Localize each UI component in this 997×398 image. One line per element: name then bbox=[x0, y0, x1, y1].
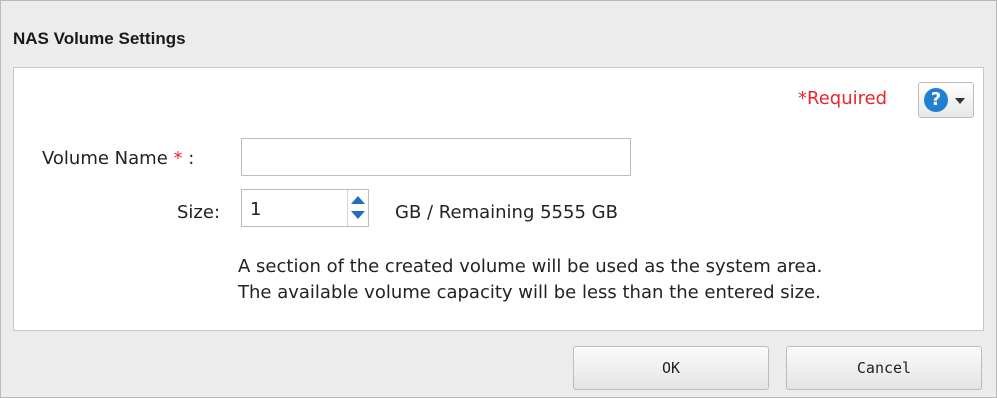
volume-name-label: Volume Name * : bbox=[42, 148, 194, 169]
capacity-note: The available volume capacity will be le… bbox=[238, 282, 821, 303]
size-spinner[interactable] bbox=[347, 190, 368, 226]
question-circle-icon: ? bbox=[924, 88, 948, 112]
cancel-button[interactable]: Cancel bbox=[786, 346, 982, 390]
nas-volume-settings-dialog: NAS Volume Settings *Required ? Volume N… bbox=[0, 0, 997, 398]
volume-name-input[interactable] bbox=[241, 138, 631, 176]
dialog-content: *Required ? Volume Name * : Size: 1 GB /… bbox=[13, 67, 984, 331]
system-area-note: A section of the created volume will be … bbox=[238, 256, 823, 277]
spin-down-icon[interactable] bbox=[351, 211, 365, 219]
volume-name-colon: : bbox=[182, 148, 195, 169]
caret-down-icon bbox=[955, 98, 965, 104]
ok-button[interactable]: OK bbox=[573, 346, 769, 390]
required-note: *Required bbox=[798, 88, 888, 109]
remaining-capacity: GB / Remaining 5555 GB bbox=[395, 202, 618, 223]
help-button[interactable]: ? bbox=[918, 82, 974, 118]
size-value[interactable]: 1 bbox=[250, 199, 261, 220]
required-star: * bbox=[173, 148, 183, 169]
volume-name-label-text: Volume Name bbox=[42, 148, 168, 169]
size-label: Size: bbox=[177, 202, 221, 223]
spin-up-icon[interactable] bbox=[351, 196, 365, 204]
dialog-title: NAS Volume Settings bbox=[13, 29, 186, 48]
dialog-title-bar: NAS Volume Settings bbox=[1, 1, 996, 67]
size-stepper[interactable]: 1 bbox=[241, 189, 369, 227]
